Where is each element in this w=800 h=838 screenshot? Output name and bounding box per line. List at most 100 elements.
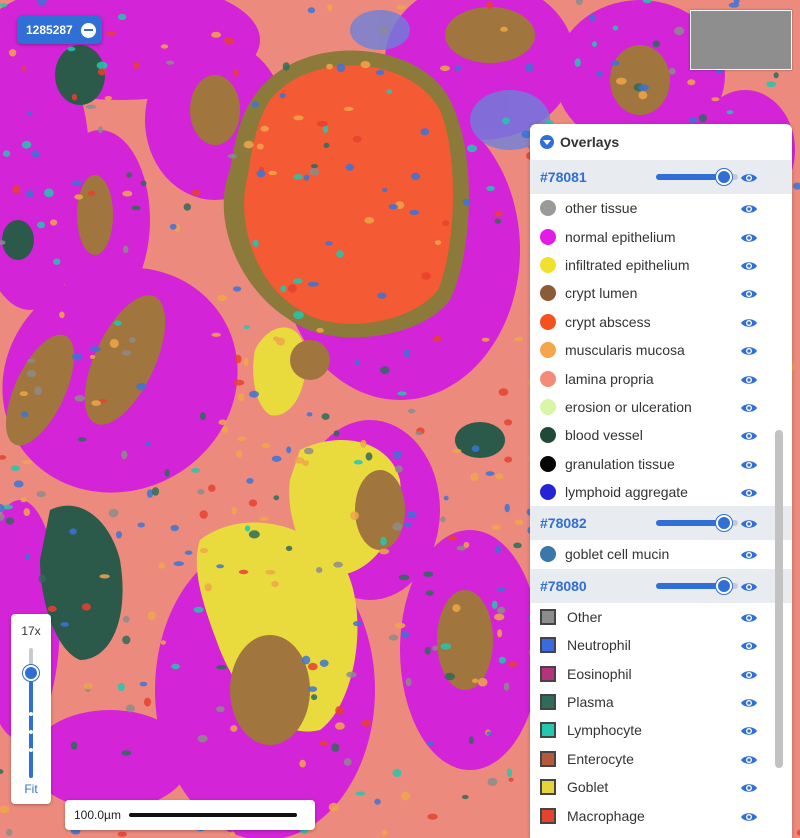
cell-nucleus: [688, 117, 698, 123]
overlay-item[interactable]: Neutrophil: [530, 631, 792, 659]
overlay-item[interactable]: infiltrated epithelium: [530, 251, 792, 279]
overlay-item[interactable]: normal epithelium: [530, 222, 792, 250]
cell-nucleus: [424, 646, 431, 655]
overlay-item-label: Other: [567, 608, 603, 625]
color-dot-icon: [540, 455, 556, 472]
cell-nucleus: [211, 31, 222, 38]
zoom-slider-thumb[interactable]: [23, 665, 39, 682]
overlay-group-header[interactable]: #78082: [530, 506, 792, 541]
cell-nucleus: [307, 7, 316, 14]
eye-icon[interactable]: [740, 724, 758, 736]
overlay-item[interactable]: blood vessel: [530, 421, 792, 449]
eye-icon[interactable]: [740, 486, 758, 498]
opacity-slider[interactable]: [656, 515, 738, 532]
cell-nucleus: [326, 63, 333, 70]
overlay-item[interactable]: lamina propria: [530, 364, 792, 392]
eye-icon[interactable]: [740, 259, 758, 271]
eye-icon[interactable]: [740, 316, 758, 328]
eye-icon[interactable]: [740, 344, 758, 356]
eye-icon[interactable]: [740, 171, 758, 183]
eye-icon[interactable]: [740, 611, 758, 623]
slide-id-badge[interactable]: 1285287: [17, 16, 102, 44]
overlay-item[interactable]: Eosinophil: [530, 659, 792, 687]
eye-icon[interactable]: [740, 696, 758, 708]
cell-nucleus: [491, 524, 501, 531]
cell-nucleus: [211, 332, 221, 337]
eye-icon[interactable]: [740, 668, 758, 680]
color-dot-icon: [540, 370, 556, 387]
cell-nucleus: [216, 706, 225, 713]
minus-circle-icon[interactable]: [80, 22, 96, 38]
overlays-header[interactable]: Overlays: [530, 124, 792, 160]
minimap[interactable]: [690, 10, 792, 70]
overlay-item[interactable]: Goblet: [530, 773, 792, 801]
cell-nucleus: [139, 681, 148, 687]
eye-icon[interactable]: [740, 231, 758, 243]
cell-nucleus: [6, 828, 13, 837]
overlay-item[interactable]: Plasma: [530, 688, 792, 716]
opacity-slider-thumb[interactable]: [715, 169, 732, 185]
cell-nucleus: [89, 346, 101, 352]
overlay-item[interactable]: crypt lumen: [530, 279, 792, 307]
cell-nucleus: [379, 548, 390, 555]
eye-icon[interactable]: [740, 202, 758, 214]
cell-nucleus: [173, 561, 184, 567]
cell-nucleus: [208, 484, 216, 492]
color-dot-icon: [540, 285, 556, 302]
eye-icon[interactable]: [740, 639, 758, 651]
overlay-item[interactable]: Enterocyte: [530, 745, 792, 773]
eye-icon[interactable]: [740, 810, 758, 822]
cell-nucleus: [19, 391, 28, 397]
cell-nucleus: [361, 719, 371, 727]
eye-icon[interactable]: [740, 373, 758, 385]
cell-nucleus: [668, 67, 676, 75]
cell-nucleus: [221, 426, 229, 433]
color-square-icon: [540, 694, 556, 711]
overlay-item[interactable]: erosion or ulceration: [530, 393, 792, 421]
overlay-item[interactable]: goblet cell mucin: [530, 540, 792, 568]
eye-icon[interactable]: [740, 580, 758, 592]
opacity-slider[interactable]: [656, 169, 738, 185]
overlay-item[interactable]: Macrophage: [530, 801, 792, 829]
eye-icon[interactable]: [740, 287, 758, 299]
cell-nucleus: [638, 91, 648, 100]
overlay-item[interactable]: other tissue: [530, 194, 792, 222]
cell-nucleus: [420, 128, 430, 136]
overlay-group-header[interactable]: #78081: [530, 160, 792, 194]
eye-icon[interactable]: [740, 548, 758, 560]
cell-nucleus: [343, 106, 354, 111]
caret-down-icon[interactable]: [540, 135, 554, 149]
overlay-group-header[interactable]: #78080: [530, 568, 792, 603]
cell-nucleus: [335, 706, 344, 715]
overlay-item[interactable]: muscularis mucosa: [530, 336, 792, 364]
overlay-item[interactable]: lymphoid aggregate: [530, 478, 792, 506]
overlay-item[interactable]: crypt abscess: [530, 308, 792, 336]
overlay-item[interactable]: granulation tissue: [530, 450, 792, 478]
cell-nucleus: [44, 188, 54, 198]
cell-nucleus: [350, 511, 359, 521]
opacity-slider-thumb[interactable]: [715, 577, 732, 594]
cell-nucleus: [463, 541, 470, 548]
eye-icon[interactable]: [740, 458, 758, 470]
eye-icon[interactable]: [740, 781, 758, 793]
opacity-slider-thumb[interactable]: [715, 515, 732, 532]
zoom-fit-button[interactable]: Fit: [11, 782, 51, 796]
opacity-slider[interactable]: [656, 577, 738, 594]
scale-line: [128, 813, 297, 817]
overlay-item[interactable]: Other: [530, 603, 792, 631]
cell-nucleus: [612, 25, 619, 31]
overlay-item-label: Eosinophil: [567, 665, 632, 682]
cell-nucleus: [197, 735, 208, 743]
cell-nucleus: [698, 114, 707, 123]
eye-icon[interactable]: [740, 517, 758, 529]
eye-icon[interactable]: [740, 753, 758, 765]
cell-nucleus: [243, 357, 249, 367]
cell-nucleus: [233, 69, 239, 77]
cell-nucleus: [37, 221, 45, 229]
overlay-item[interactable]: Lymphocyte: [530, 716, 792, 744]
eye-icon[interactable]: [740, 429, 758, 441]
cell-nucleus: [452, 448, 462, 454]
cell-nucleus: [217, 294, 227, 302]
panel-scrollbar[interactable]: [775, 430, 783, 768]
eye-icon[interactable]: [740, 401, 758, 413]
